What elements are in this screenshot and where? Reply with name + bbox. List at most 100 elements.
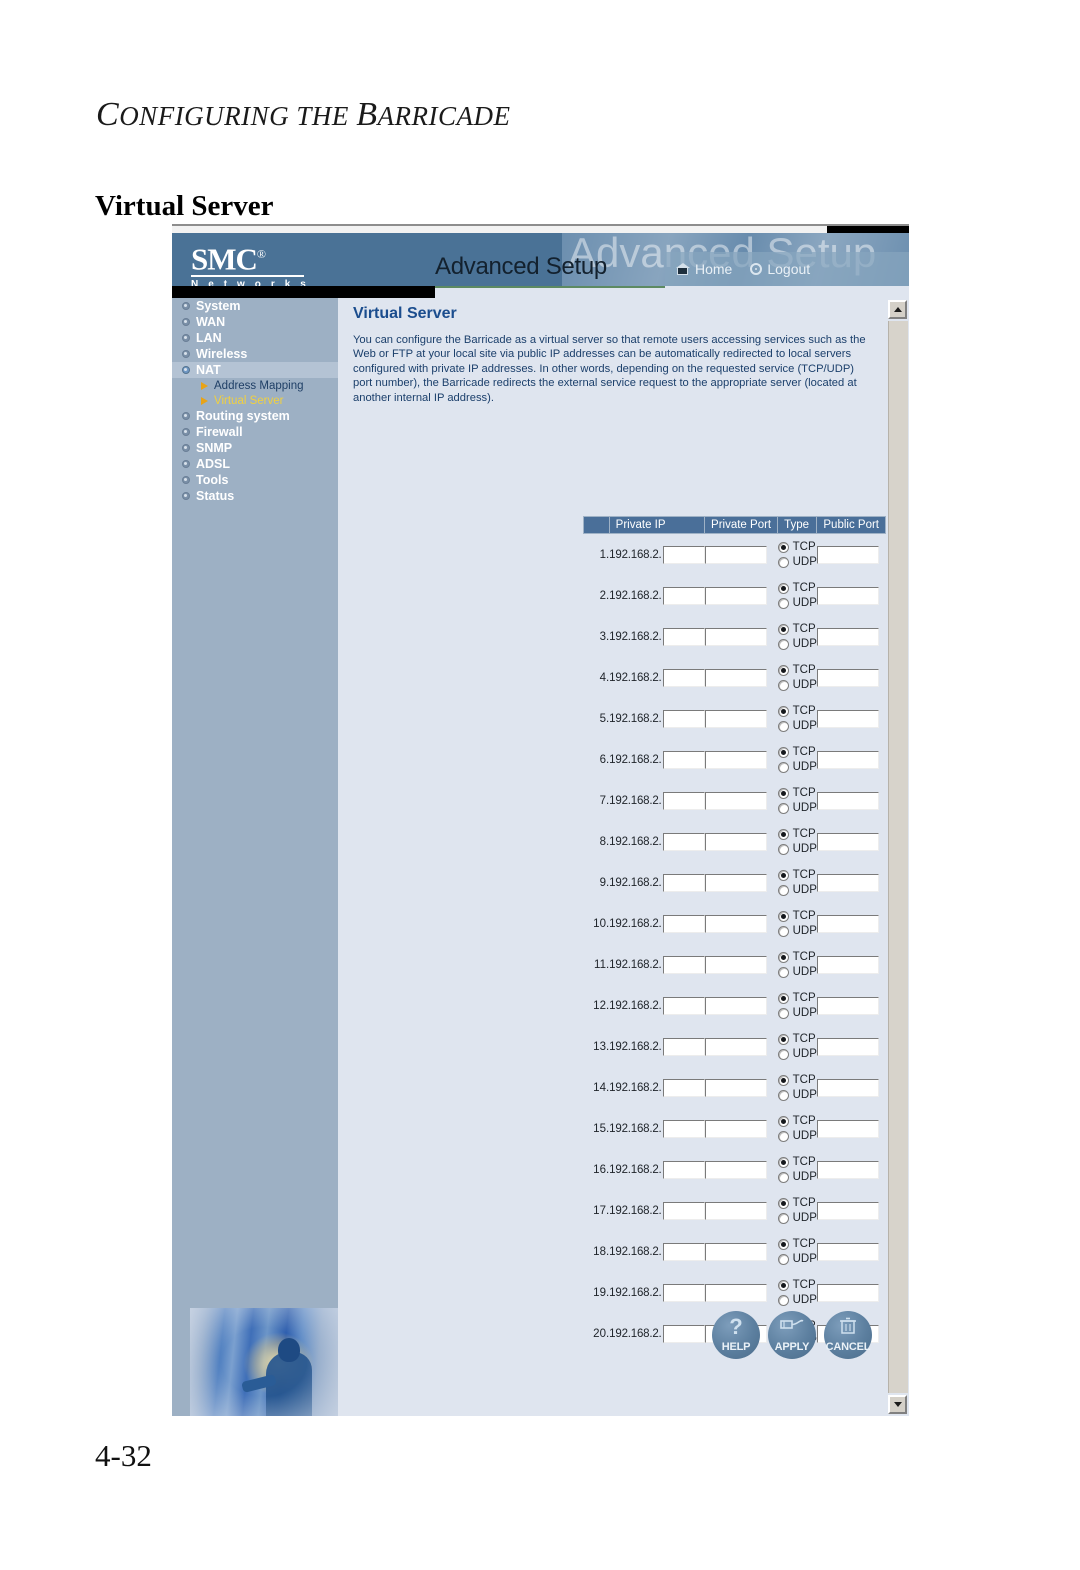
radio-button-udp-icon[interactable] [777, 884, 789, 896]
radio-button-tcp-icon[interactable] [777, 787, 789, 799]
radio-button-tcp-icon[interactable] [777, 910, 789, 922]
public-port-input[interactable] [816, 627, 879, 646]
radio-button-tcp-icon[interactable] [777, 992, 789, 1004]
private-ip-input[interactable] [662, 914, 705, 933]
sidebar-item-status[interactable]: Status [172, 488, 338, 504]
public-port-input[interactable] [816, 750, 879, 769]
type-radio-udp[interactable]: UDP [777, 1170, 817, 1185]
radio-button-tcp-icon[interactable] [777, 1033, 789, 1045]
public-port-input[interactable] [816, 1242, 879, 1261]
public-port-input[interactable] [816, 832, 879, 851]
type-radio-udp[interactable]: UDP [777, 801, 817, 816]
private-ip-input[interactable] [662, 709, 705, 728]
radio-button-udp-icon[interactable] [777, 1212, 789, 1224]
radio-button-udp-icon[interactable] [777, 1294, 789, 1306]
radio-button-tcp-icon[interactable] [777, 951, 789, 963]
private-port-input[interactable] [704, 1242, 767, 1261]
home-button[interactable]: Home [676, 261, 732, 277]
private-ip-input[interactable] [662, 1242, 705, 1261]
private-ip-input[interactable] [662, 1283, 705, 1302]
sidebar-item-routing-system[interactable]: Routing system [172, 408, 338, 424]
apply-button[interactable]: APPLY [768, 1311, 816, 1359]
radio-button-tcp-icon[interactable] [777, 623, 789, 635]
private-port-input[interactable] [704, 709, 767, 728]
radio-button-tcp-icon[interactable] [777, 1115, 789, 1127]
private-port-input[interactable] [704, 1078, 767, 1097]
public-port-input[interactable] [816, 1201, 879, 1220]
public-port-input[interactable] [816, 914, 879, 933]
private-port-input[interactable] [704, 750, 767, 769]
scrollbar-track[interactable] [888, 321, 908, 1393]
private-ip-input[interactable] [662, 832, 705, 851]
sidebar-item-tools[interactable]: Tools [172, 472, 338, 488]
private-ip-input[interactable] [662, 996, 705, 1015]
private-ip-input[interactable] [662, 750, 705, 769]
private-port-input[interactable] [704, 1201, 767, 1220]
type-radio-udp[interactable]: UDP [777, 883, 817, 898]
public-port-input[interactable] [816, 1078, 879, 1097]
type-radio-udp[interactable]: UDP [777, 760, 817, 775]
public-port-input[interactable] [816, 1160, 879, 1179]
private-ip-input[interactable] [662, 545, 705, 564]
type-radio-udp[interactable]: UDP [777, 1211, 817, 1226]
type-radio-tcp[interactable]: TCP [777, 704, 817, 719]
sidebar-item-wireless[interactable]: Wireless [172, 346, 338, 362]
type-radio-tcp[interactable]: TCP [777, 1114, 817, 1129]
public-port-input[interactable] [816, 1119, 879, 1138]
type-radio-tcp[interactable]: TCP [777, 1073, 817, 1088]
sidebar-subitem-virtual-server[interactable]: Virtual Server [172, 393, 338, 408]
radio-button-tcp-icon[interactable] [777, 541, 789, 553]
type-radio-tcp[interactable]: TCP [777, 950, 817, 965]
radio-button-tcp-icon[interactable] [777, 1156, 789, 1168]
help-button[interactable]: ? HELP [712, 1311, 760, 1359]
type-radio-tcp[interactable]: TCP [777, 786, 817, 801]
private-ip-input[interactable] [662, 1324, 705, 1343]
private-ip-input[interactable] [662, 791, 705, 810]
public-port-input[interactable] [816, 791, 879, 810]
type-radio-tcp[interactable]: TCP [777, 991, 817, 1006]
radio-button-udp-icon[interactable] [777, 761, 789, 773]
radio-button-udp-icon[interactable] [777, 843, 789, 855]
cancel-button[interactable]: CANCEL [824, 1311, 872, 1359]
type-radio-tcp[interactable]: TCP [777, 1032, 817, 1047]
private-ip-input[interactable] [662, 873, 705, 892]
sidebar-item-wan[interactable]: WAN [172, 314, 338, 330]
private-ip-input[interactable] [662, 1037, 705, 1056]
radio-button-udp-icon[interactable] [777, 1171, 789, 1183]
private-port-input[interactable] [704, 832, 767, 851]
type-radio-udp[interactable]: UDP [777, 1088, 817, 1103]
type-radio-tcp[interactable]: TCP [777, 540, 817, 555]
radio-button-udp-icon[interactable] [777, 638, 789, 650]
private-port-input[interactable] [704, 1283, 767, 1302]
private-ip-input[interactable] [662, 627, 705, 646]
sidebar-item-adsl[interactable]: ADSL [172, 456, 338, 472]
radio-button-udp-icon[interactable] [777, 1130, 789, 1142]
type-radio-udp[interactable]: UDP [777, 719, 817, 734]
radio-button-udp-icon[interactable] [777, 679, 789, 691]
type-radio-udp[interactable]: UDP [777, 678, 817, 693]
sidebar-item-lan[interactable]: LAN [172, 330, 338, 346]
radio-button-tcp-icon[interactable] [777, 1197, 789, 1209]
type-radio-tcp[interactable]: TCP [777, 827, 817, 842]
private-ip-input[interactable] [662, 1160, 705, 1179]
private-port-input[interactable] [704, 791, 767, 810]
private-port-input[interactable] [704, 1160, 767, 1179]
public-port-input[interactable] [816, 1283, 879, 1302]
private-ip-input[interactable] [662, 668, 705, 687]
private-port-input[interactable] [704, 996, 767, 1015]
radio-button-tcp-icon[interactable] [777, 746, 789, 758]
scroll-up-button[interactable] [888, 300, 907, 319]
radio-button-tcp-icon[interactable] [777, 1074, 789, 1086]
logout-button[interactable]: Logout [750, 261, 810, 277]
private-ip-input[interactable] [662, 1078, 705, 1097]
type-radio-tcp[interactable]: TCP [777, 1278, 817, 1293]
type-radio-tcp[interactable]: TCP [777, 745, 817, 760]
sidebar-item-snmp[interactable]: SNMP [172, 440, 338, 456]
radio-button-tcp-icon[interactable] [777, 1238, 789, 1250]
sidebar-subitem-address-mapping[interactable]: Address Mapping [172, 378, 338, 393]
type-radio-udp[interactable]: UDP [777, 1293, 817, 1308]
type-radio-tcp[interactable]: TCP [777, 1196, 817, 1211]
public-port-input[interactable] [816, 545, 879, 564]
private-port-input[interactable] [704, 873, 767, 892]
type-radio-tcp[interactable]: TCP [777, 1155, 817, 1170]
